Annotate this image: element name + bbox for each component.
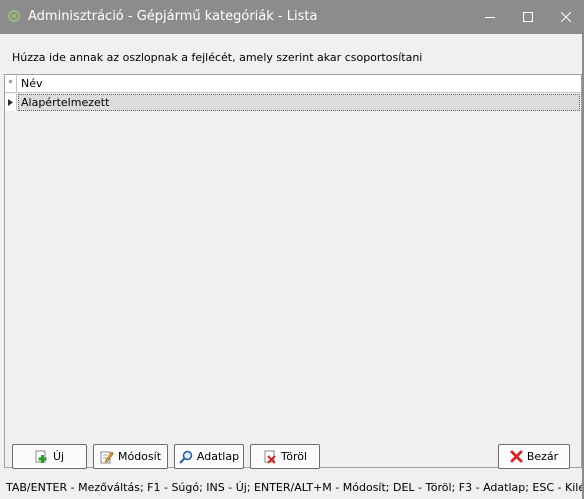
maximize-icon xyxy=(523,12,533,22)
window-title: Adminisztráció - Gépjármű kategóriák - L… xyxy=(28,9,318,24)
column-header-name[interactable]: Név xyxy=(18,75,43,93)
minimize-icon xyxy=(485,17,495,18)
close-x-icon xyxy=(510,450,523,463)
grid-header: * Név xyxy=(5,75,581,93)
new-row-indicator: * xyxy=(5,75,17,93)
delete-button-label: Töröl xyxy=(280,450,308,463)
data-grid[interactable]: * Név Alapértelmezett xyxy=(4,74,582,468)
client-area: Húzza ide annak az oszlopnak a fejlécét,… xyxy=(4,34,582,499)
edit-icon xyxy=(100,451,114,463)
title-bar[interactable]: Adminisztráció - Gépjármű kategóriák - L… xyxy=(0,0,584,34)
edit-button[interactable]: Módosít xyxy=(93,444,168,469)
datasheet-button-label: Adatlap xyxy=(196,450,240,463)
delete-button[interactable]: Töröl xyxy=(250,444,320,469)
current-row-arrow-icon xyxy=(8,99,13,106)
group-by-hint: Húzza ide annak az oszlopnak a fejlécét,… xyxy=(12,51,423,64)
row-indicator xyxy=(5,94,17,111)
delete-icon xyxy=(264,450,276,464)
status-bar: TAB/ENTER - Mezőváltás; F1 - Súgó; INS -… xyxy=(4,477,582,499)
group-by-panel[interactable]: Húzza ide annak az oszlopnak a fejlécét,… xyxy=(4,34,582,74)
add-icon xyxy=(35,450,47,463)
magnifier-icon xyxy=(179,450,193,464)
close-button[interactable]: Bezár xyxy=(498,444,570,469)
close-icon xyxy=(561,12,571,22)
app-icon xyxy=(7,9,21,23)
edit-button-label: Módosít xyxy=(117,450,162,463)
datasheet-button[interactable]: Adatlap xyxy=(174,444,244,469)
new-button[interactable]: Új xyxy=(12,444,87,469)
table-row[interactable]: Alapértelmezett xyxy=(5,94,581,111)
close-window-button[interactable] xyxy=(546,0,584,34)
minimize-button[interactable] xyxy=(470,0,510,34)
new-button-label: Új xyxy=(52,450,65,463)
maximize-button[interactable] xyxy=(508,0,548,34)
close-button-label: Bezár xyxy=(526,450,559,463)
table-cell-name[interactable]: Alapértelmezett xyxy=(18,94,580,111)
